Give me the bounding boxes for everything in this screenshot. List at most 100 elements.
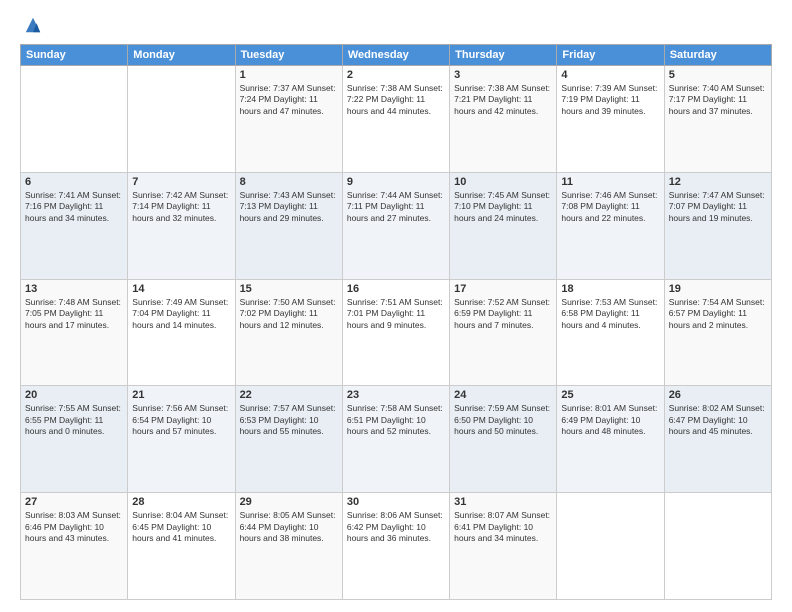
calendar-cell: 13 Sunrise: 7:48 AM Sunset: 7:05 PM Dayli… [21,279,128,386]
day-info: Sunrise: 7:51 AM Sunset: 7:01 PM Dayligh… [347,297,445,331]
calendar-cell: 31 Sunrise: 8:07 AM Sunset: 6:41 PM Dayli… [450,493,557,600]
calendar: SundayMondayTuesdayWednesdayThursdayFrid… [20,44,772,600]
calendar-cell: 14 Sunrise: 7:49 AM Sunset: 7:04 PM Dayli… [128,279,235,386]
day-info: Sunrise: 8:01 AM Sunset: 6:49 PM Dayligh… [561,403,659,437]
weekday-header: Wednesday [342,45,449,66]
day-info: Sunrise: 7:48 AM Sunset: 7:05 PM Dayligh… [25,297,123,331]
day-number: 5 [669,69,767,81]
day-number: 11 [561,176,659,188]
day-number: 27 [25,496,123,508]
day-number: 20 [25,389,123,401]
day-info: Sunrise: 7:37 AM Sunset: 7:24 PM Dayligh… [240,83,338,117]
day-number: 1 [240,69,338,81]
day-info: Sunrise: 8:07 AM Sunset: 6:41 PM Dayligh… [454,510,552,544]
day-number: 9 [347,176,445,188]
day-info: Sunrise: 7:38 AM Sunset: 7:22 PM Dayligh… [347,83,445,117]
calendar-cell: 16 Sunrise: 7:51 AM Sunset: 7:01 PM Dayli… [342,279,449,386]
calendar-week-row: 27 Sunrise: 8:03 AM Sunset: 6:46 PM Dayli… [21,493,772,600]
weekday-header: Thursday [450,45,557,66]
weekday-header-row: SundayMondayTuesdayWednesdayThursdayFrid… [21,45,772,66]
day-info: Sunrise: 7:38 AM Sunset: 7:21 PM Dayligh… [454,83,552,117]
day-info: Sunrise: 7:58 AM Sunset: 6:51 PM Dayligh… [347,403,445,437]
calendar-cell: 15Sunrise: 7:50 AM Sunset: 7:02 PM Dayli… [235,279,342,386]
calendar-week-row: 20 Sunrise: 7:55 AM Sunset: 6:55 PM Dayli… [21,386,772,493]
calendar-week-row: 13 Sunrise: 7:48 AM Sunset: 7:05 PM Dayli… [21,279,772,386]
calendar-cell: 17 Sunrise: 7:52 AM Sunset: 6:59 PM Dayli… [450,279,557,386]
day-number: 7 [132,176,230,188]
day-number: 16 [347,283,445,295]
day-info: Sunrise: 8:05 AM Sunset: 6:44 PM Dayligh… [240,510,338,544]
day-number: 17 [454,283,552,295]
day-info: Sunrise: 7:42 AM Sunset: 7:14 PM Dayligh… [132,190,230,224]
day-number: 30 [347,496,445,508]
calendar-cell: 9 Sunrise: 7:44 AM Sunset: 7:11 PM Daylig… [342,172,449,279]
day-number: 18 [561,283,659,295]
day-info: Sunrise: 7:45 AM Sunset: 7:10 PM Dayligh… [454,190,552,224]
calendar-cell: 6Sunrise: 7:41 AM Sunset: 7:16 PM Daylig… [21,172,128,279]
day-info: Sunrise: 7:52 AM Sunset: 6:59 PM Dayligh… [454,297,552,331]
day-number: 4 [561,69,659,81]
calendar-cell [557,493,664,600]
calendar-cell: 28 Sunrise: 8:04 AM Sunset: 6:45 PM Dayli… [128,493,235,600]
day-info: Sunrise: 8:04 AM Sunset: 6:45 PM Dayligh… [132,510,230,544]
day-info: Sunrise: 7:59 AM Sunset: 6:50 PM Dayligh… [454,403,552,437]
calendar-cell: 24 Sunrise: 7:59 AM Sunset: 6:50 PM Dayli… [450,386,557,493]
day-number: 13 [25,283,123,295]
day-info: Sunrise: 8:06 AM Sunset: 6:42 PM Dayligh… [347,510,445,544]
calendar-cell: 19Sunrise: 7:54 AM Sunset: 6:57 PM Dayli… [664,279,771,386]
logo-icon [24,16,42,34]
calendar-cell: 4 Sunrise: 7:39 AM Sunset: 7:19 PM Daylig… [557,66,664,173]
day-info: Sunrise: 7:49 AM Sunset: 7:04 PM Dayligh… [132,297,230,331]
calendar-cell: 22Sunrise: 7:57 AM Sunset: 6:53 PM Dayli… [235,386,342,493]
day-number: 29 [240,496,338,508]
calendar-cell: 23 Sunrise: 7:58 AM Sunset: 6:51 PM Dayli… [342,386,449,493]
day-info: Sunrise: 7:46 AM Sunset: 7:08 PM Dayligh… [561,190,659,224]
day-info: Sunrise: 7:40 AM Sunset: 7:17 PM Dayligh… [669,83,767,117]
calendar-cell: 26 Sunrise: 8:02 AM Sunset: 6:47 PM Dayli… [664,386,771,493]
day-info: Sunrise: 7:47 AM Sunset: 7:07 PM Dayligh… [669,190,767,224]
day-info: Sunrise: 8:03 AM Sunset: 6:46 PM Dayligh… [25,510,123,544]
day-number: 14 [132,283,230,295]
day-number: 24 [454,389,552,401]
day-info: Sunrise: 7:50 AM Sunset: 7:02 PM Dayligh… [240,297,338,331]
day-number: 23 [347,389,445,401]
day-number: 6 [25,176,123,188]
weekday-header: Saturday [664,45,771,66]
calendar-week-row: 1 Sunrise: 7:37 AM Sunset: 7:24 PM Daylig… [21,66,772,173]
day-info: Sunrise: 8:02 AM Sunset: 6:47 PM Dayligh… [669,403,767,437]
calendar-cell: 21Sunrise: 7:56 AM Sunset: 6:54 PM Dayli… [128,386,235,493]
day-number: 8 [240,176,338,188]
day-number: 28 [132,496,230,508]
day-info: Sunrise: 7:56 AM Sunset: 6:54 PM Dayligh… [132,403,230,437]
header [20,16,772,34]
calendar-cell: 30 Sunrise: 8:06 AM Sunset: 6:42 PM Dayli… [342,493,449,600]
day-number: 10 [454,176,552,188]
calendar-week-row: 6Sunrise: 7:41 AM Sunset: 7:16 PM Daylig… [21,172,772,279]
calendar-cell: 20 Sunrise: 7:55 AM Sunset: 6:55 PM Dayli… [21,386,128,493]
weekday-header: Friday [557,45,664,66]
calendar-cell [128,66,235,173]
day-number: 19 [669,283,767,295]
day-info: Sunrise: 7:43 AM Sunset: 7:13 PM Dayligh… [240,190,338,224]
day-number: 22 [240,389,338,401]
day-info: Sunrise: 7:39 AM Sunset: 7:19 PM Dayligh… [561,83,659,117]
calendar-cell: 18 Sunrise: 7:53 AM Sunset: 6:58 PM Dayli… [557,279,664,386]
calendar-cell: 2 Sunrise: 7:38 AM Sunset: 7:22 PM Daylig… [342,66,449,173]
day-number: 26 [669,389,767,401]
calendar-cell: 27 Sunrise: 8:03 AM Sunset: 6:46 PM Dayli… [21,493,128,600]
calendar-cell [664,493,771,600]
calendar-cell [21,66,128,173]
calendar-cell: 1 Sunrise: 7:37 AM Sunset: 7:24 PM Daylig… [235,66,342,173]
page: SundayMondayTuesdayWednesdayThursdayFrid… [0,0,792,612]
weekday-header: Monday [128,45,235,66]
day-info: Sunrise: 7:53 AM Sunset: 6:58 PM Dayligh… [561,297,659,331]
day-info: Sunrise: 7:44 AM Sunset: 7:11 PM Dayligh… [347,190,445,224]
day-info: Sunrise: 7:55 AM Sunset: 6:55 PM Dayligh… [25,403,123,437]
calendar-cell: 8 Sunrise: 7:43 AM Sunset: 7:13 PM Daylig… [235,172,342,279]
day-number: 2 [347,69,445,81]
logo [20,16,42,34]
day-number: 3 [454,69,552,81]
weekday-header: Tuesday [235,45,342,66]
day-number: 25 [561,389,659,401]
day-number: 31 [454,496,552,508]
